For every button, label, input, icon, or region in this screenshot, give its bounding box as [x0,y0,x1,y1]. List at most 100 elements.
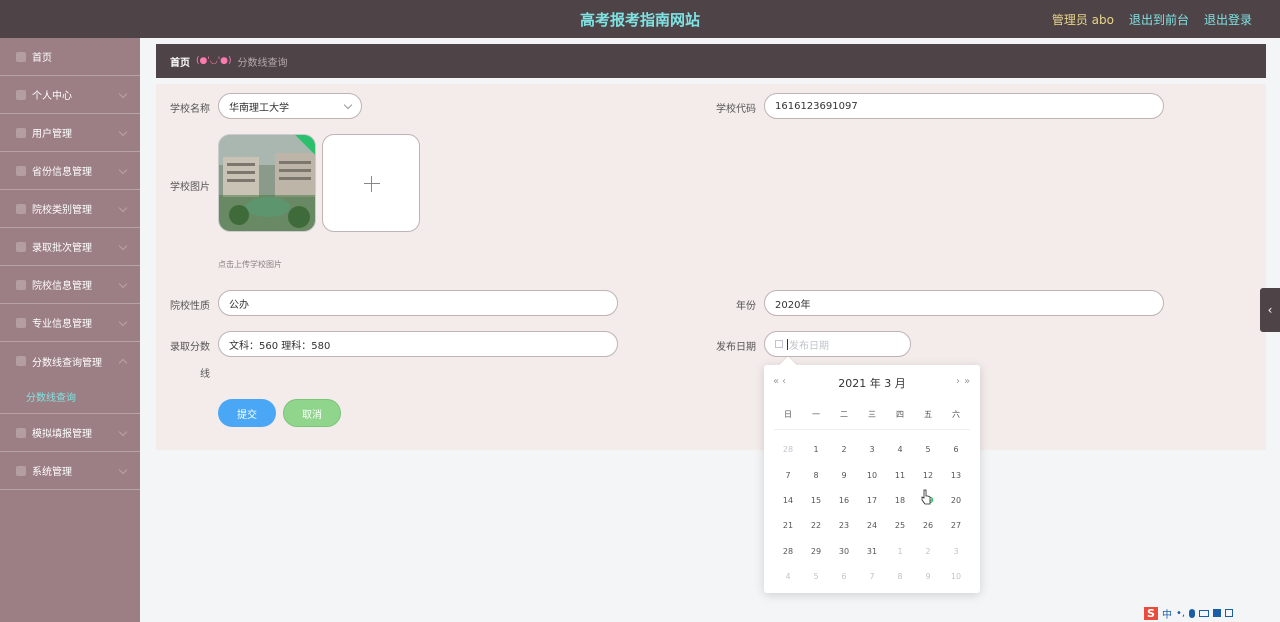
date-cell[interactable]: 8 [802,471,830,480]
school-name-select[interactable]: 华南理工大学 [218,93,362,119]
date-cell[interactable]: 3 [942,547,970,556]
sidebar-item-batch[interactable]: 录取批次管理 [0,228,140,266]
date-picker-header: 2021 年 3 月 [764,375,980,393]
sidebar-item-users[interactable]: 用户管理 [0,114,140,152]
date-cell[interactable]: 14 [774,496,802,505]
date-cell[interactable]: 29 [802,547,830,556]
date-cell[interactable]: 15 [802,496,830,505]
chevron-down-icon [118,317,128,327]
sidebar-item-home[interactable]: 首页 [0,38,140,76]
date-cell[interactable]: 24 [858,521,886,530]
chevron-down-icon [118,465,128,475]
breadcrumb: 首页 (●'◡'●) 分数线查询 [156,44,1266,78]
logout-link[interactable]: 退出登录 [1204,11,1252,28]
school-image-thumbnail[interactable] [218,134,316,232]
major-icon [16,317,26,328]
date-cell[interactable]: 9 [830,471,858,480]
weekday-label: 四 [896,410,904,419]
next-year-button[interactable]: » [964,376,970,387]
year-input[interactable]: 2020年 [764,290,1164,316]
sidebar-item-province[interactable]: 省份信息管理 [0,152,140,190]
date-cell[interactable]: 8 [886,572,914,581]
date-cell[interactable]: 20 [942,496,970,505]
back-to-front-link[interactable]: 退出到前台 [1129,11,1189,28]
date-cell[interactable]: 9 [914,572,942,581]
date-cell[interactable]: 7 [858,572,886,581]
score-input[interactable]: 文科：560 理科：580 [218,331,618,357]
chevron-down-icon [118,203,128,213]
date-cell[interactable]: 25 [886,521,914,530]
date-cell[interactable]: 12 [914,471,942,480]
date-cell[interactable]: 5 [914,445,942,454]
date-cell[interactable]: 30 [830,547,858,556]
skin-icon[interactable] [1213,609,1222,617]
date-picker-year[interactable]: 2021 年 [838,377,881,390]
date-cell[interactable]: 4 [886,445,914,454]
sidebar-subitem-score-query[interactable]: 分数线查询 [0,380,140,414]
date-cell[interactable]: 2 [914,547,942,556]
school-type-input[interactable]: 公办 [218,290,618,316]
ime-language[interactable]: 中 [1162,606,1172,621]
sidebar-item-system[interactable]: 系统管理 [0,452,140,490]
date-cell[interactable]: 6 [942,445,970,454]
date-cell[interactable]: 31 [858,547,886,556]
date-cell[interactable]: 28 [774,547,802,556]
date-cell[interactable]: 23 [830,521,858,530]
date-cell[interactable]: 26 [914,521,942,530]
chevron-down-icon [118,279,128,289]
category-icon [16,203,26,214]
chevron-down-icon [343,100,353,110]
school-code-input[interactable]: 1616123691097 [764,93,1164,119]
date-cell[interactable]: 1 [886,547,914,556]
date-picker-month[interactable]: 3 月 [884,377,906,390]
microphone-icon[interactable] [1189,608,1196,618]
sidebar-item-school-info[interactable]: 院校信息管理 [0,266,140,304]
side-collapse-tab[interactable]: ‹ [1260,288,1280,332]
next-month-button[interactable]: › [956,376,960,387]
chevron-down-icon [118,165,128,175]
date-cell[interactable]: 4 [774,572,802,581]
sidebar-item-label: 首页 [32,53,52,64]
cancel-button[interactable]: 取消 [283,399,341,427]
breadcrumb-home[interactable]: 首页 [170,54,190,69]
sidebar-item-major[interactable]: 专业信息管理 [0,304,140,342]
date-cell[interactable]: 6 [830,572,858,581]
batch-icon [16,241,26,252]
date-cell[interactable]: 27 [942,521,970,530]
weekday-label: 五 [924,410,932,419]
sidebar-item-profile[interactable]: 个人中心 [0,76,140,114]
date-cell[interactable]: 1 [802,445,830,454]
date-cell[interactable]: 17 [858,496,886,505]
date-cell[interactable]: 7 [774,471,802,480]
grid-menu-icon[interactable] [1225,609,1234,617]
date-cell[interactable]: 2 [830,445,858,454]
home-icon [16,51,26,62]
sidebar-item-score[interactable]: 分数线查询管理 [0,342,140,380]
sidebar-item-simulate[interactable]: 模拟填报管理 [0,414,140,452]
date-cell[interactable]: 16 [830,496,858,505]
date-cell[interactable]: 21 [774,521,802,530]
sidebar-item-school-category[interactable]: 院校类别管理 [0,190,140,228]
campus-photo [219,135,315,231]
school-name-value: 华南理工大学 [229,102,289,114]
upload-hint: 点击上传学校图片 [218,260,282,269]
ime-logo[interactable]: S [1144,606,1158,620]
date-cell[interactable]: 3 [858,445,886,454]
ime-punctuation[interactable]: •, [1176,608,1185,619]
score-label-line2: 线 [200,369,210,380]
publish-date-input[interactable]: 发布日期 [764,331,911,357]
date-cell[interactable]: 13 [942,471,970,480]
score-value: 文科：560 理科：580 [229,340,331,352]
upload-add-button[interactable] [322,134,420,232]
date-cell[interactable]: 5 [802,572,830,581]
date-cell[interactable]: 10 [942,572,970,581]
date-cell[interactable]: 10 [858,471,886,480]
submit-button[interactable]: 提交 [218,399,276,427]
keyboard-icon[interactable] [1199,609,1210,617]
date-cell[interactable]: 22 [802,521,830,530]
date-cell[interactable]: 11 [886,471,914,480]
date-cell[interactable]: 28 [774,445,802,454]
publish-date-placeholder: 发布日期 [789,340,829,352]
school-name-label: 学校名称 [170,104,210,115]
date-cell[interactable]: 18 [886,496,914,505]
